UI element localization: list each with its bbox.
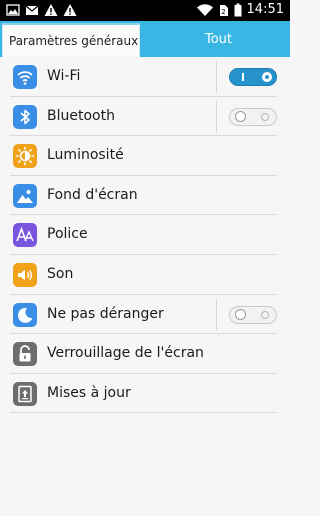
setting-brightness[interactable]: Luminosité xyxy=(0,136,290,176)
setting-font-label: Police xyxy=(47,226,88,243)
mail-icon xyxy=(25,3,39,17)
battery-icon xyxy=(234,3,242,17)
tab-all[interactable]: Tout xyxy=(146,21,290,57)
wifi-toggle[interactable] xyxy=(229,68,277,86)
tab-bar: Paramètres généraux Tout xyxy=(0,21,290,57)
divider xyxy=(216,61,217,92)
wallpaper-icon xyxy=(13,183,37,208)
divider xyxy=(216,100,217,132)
setting-bluetooth[interactable]: Bluetooth xyxy=(0,97,290,137)
setting-screen-lock-label: Verrouillage de l'écran xyxy=(47,345,204,362)
setting-screen-lock[interactable]: Verrouillage de l'écran xyxy=(0,334,290,374)
warning-icon xyxy=(44,3,58,17)
tab-general-label: Paramètres généraux xyxy=(9,34,139,48)
update-icon xyxy=(13,381,37,406)
setting-updates-label: Mises à jour xyxy=(47,384,131,401)
divider xyxy=(10,412,277,414)
lock-icon xyxy=(13,342,37,367)
do-not-disturb-toggle[interactable] xyxy=(229,305,277,324)
sim-icon: 2 xyxy=(219,3,229,17)
setting-wallpaper[interactable]: Fond d'écran xyxy=(0,176,290,216)
svg-text:2: 2 xyxy=(221,8,225,16)
tab-general-settings[interactable]: Paramètres généraux xyxy=(2,23,140,57)
setting-sound-label: Son xyxy=(47,265,74,282)
image-icon xyxy=(6,3,20,17)
wifi-icon xyxy=(13,65,37,89)
setting-wallpaper-label: Fond d'écran xyxy=(47,186,138,203)
setting-do-not-disturb[interactable]: Ne pas déranger xyxy=(0,295,290,335)
setting-brightness-label: Luminosité xyxy=(47,147,124,164)
setting-wifi-label: Wi-Fi xyxy=(47,68,81,84)
font-icon xyxy=(13,223,37,248)
moon-icon xyxy=(13,302,37,327)
tab-all-label: Tout xyxy=(205,32,233,47)
sound-icon xyxy=(13,262,37,287)
status-bar: 2 14:51 xyxy=(0,0,290,21)
setting-font[interactable]: Police xyxy=(0,215,290,255)
bluetooth-toggle[interactable] xyxy=(229,107,277,126)
warning-icon xyxy=(63,3,77,17)
setting-updates[interactable]: Mises à jour xyxy=(0,374,290,414)
clock: 14:51 xyxy=(246,2,284,17)
brightness-icon xyxy=(13,144,37,169)
wifi-icon xyxy=(196,3,214,17)
setting-do-not-disturb-label: Ne pas déranger xyxy=(47,305,164,322)
setting-bluetooth-label: Bluetooth xyxy=(47,107,115,124)
setting-wifi[interactable]: Wi-Fi xyxy=(0,57,290,97)
bluetooth-icon xyxy=(13,104,37,129)
divider xyxy=(216,298,217,330)
settings-list: Wi-Fi Bluetooth Luminosité Fond d'écran … xyxy=(0,57,290,414)
setting-sound[interactable]: Son xyxy=(0,255,290,295)
